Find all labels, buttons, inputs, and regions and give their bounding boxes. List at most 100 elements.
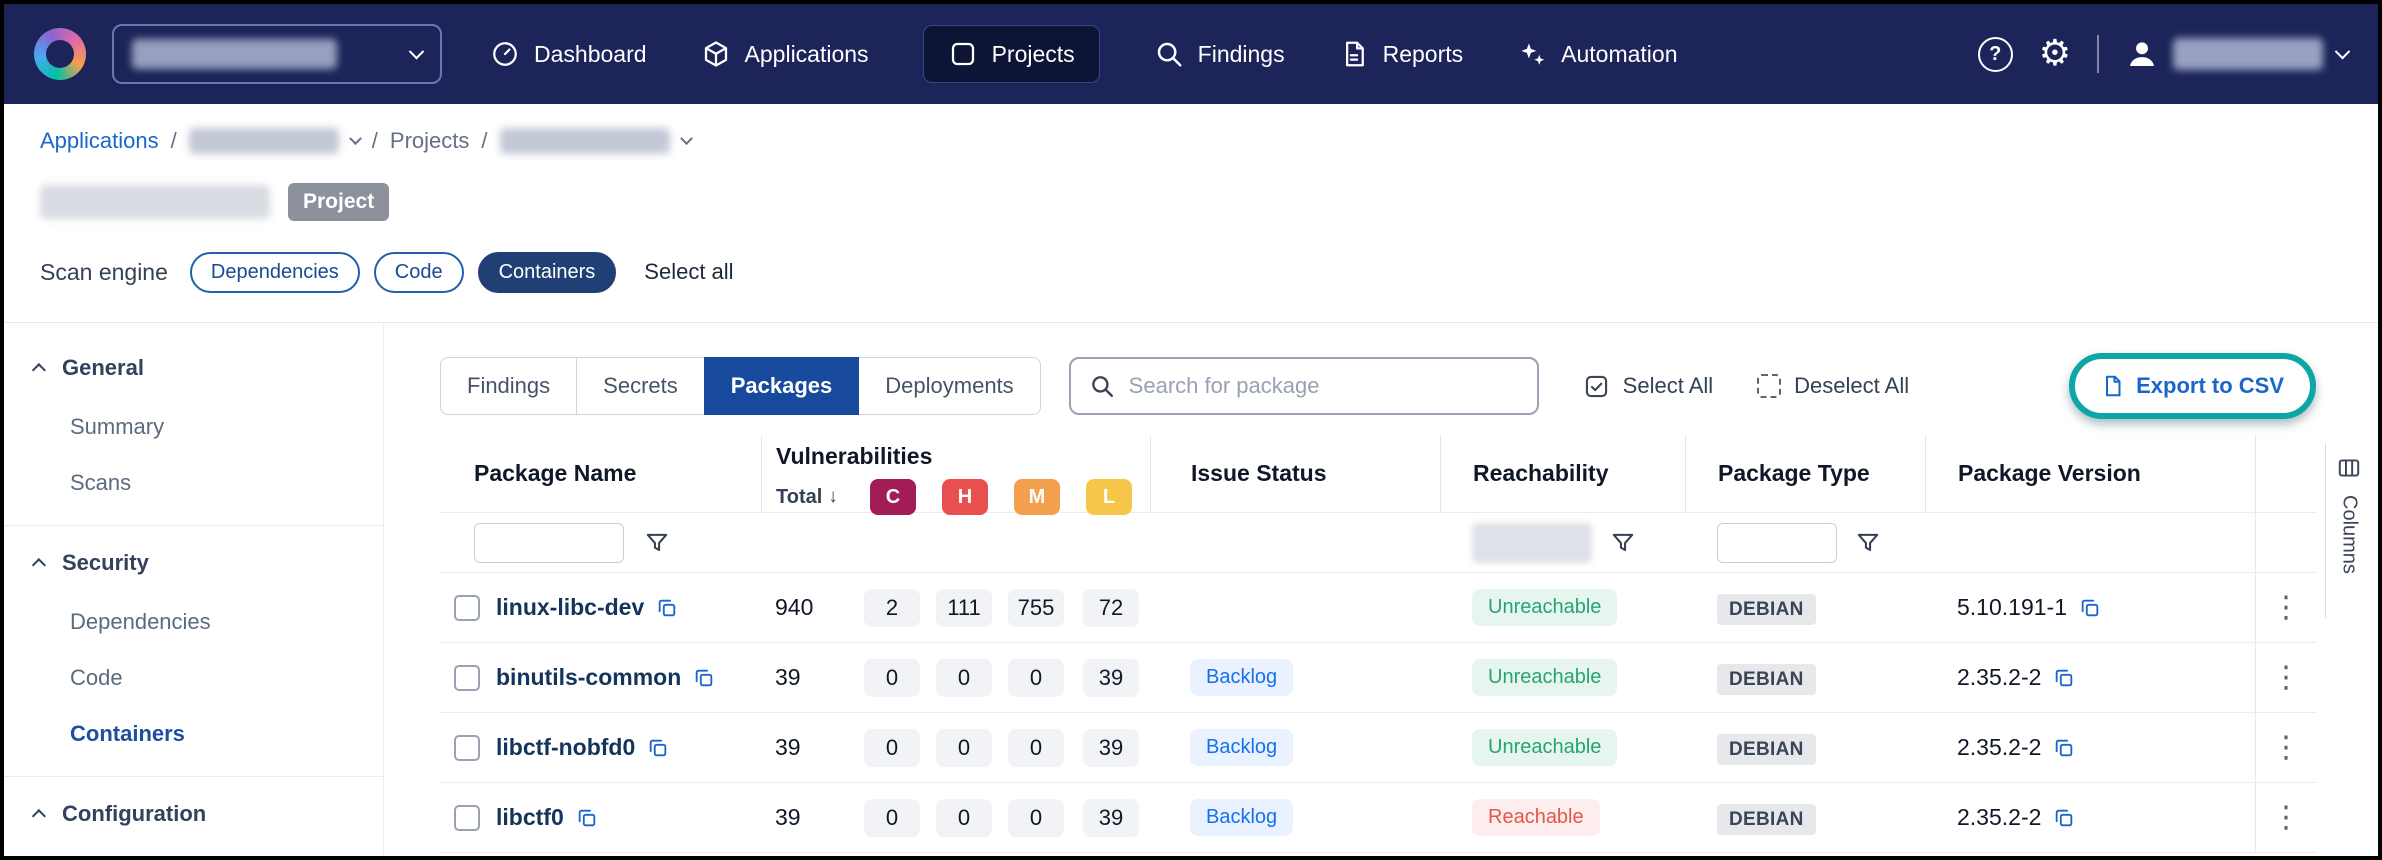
columns-panel-toggle[interactable]: Columns [2325,443,2372,618]
package-name-filter-input[interactable] [474,523,624,563]
copy-icon[interactable] [2053,667,2075,689]
tab-deployments[interactable]: Deployments [858,357,1040,415]
row-menu-kebab-icon[interactable]: ⋮ [2271,593,2301,623]
copy-icon[interactable] [693,667,715,689]
severity-medium-chip[interactable]: M [1014,479,1060,515]
scan-pill-dependencies[interactable]: Dependencies [190,252,360,293]
copy-icon[interactable] [576,807,598,829]
header-vulnerabilities: Vulnerabilities [776,443,1150,470]
severity-high-chip[interactable]: H [942,479,988,515]
sidebar-item-dependencies[interactable]: Dependencies [4,594,383,650]
package-name[interactable]: libctf0 [496,804,564,831]
export-to-csv-button[interactable]: Export to CSV [2079,363,2306,409]
chevron-down-icon [409,43,425,59]
app-window: Dashboard Applications Projects Findings… [0,0,2382,860]
nav-label: Dashboard [534,41,647,68]
row-checkbox[interactable] [454,735,480,761]
package-version-cell: 2.35.2-2 [1925,664,2255,691]
header-package-name: Package Name [440,435,761,512]
row-menu-kebab-icon[interactable]: ⋮ [2271,733,2301,763]
row-checkbox[interactable] [454,805,480,831]
package-type-badge: DEBIAN [1717,734,1816,765]
copy-icon[interactable] [656,597,678,619]
low-count-cell: 39 [1072,799,1150,837]
checkbox-checked-icon [1583,373,1610,400]
tab-findings[interactable]: Findings [440,357,577,415]
row-menu-kebab-icon[interactable]: ⋮ [2271,663,2301,693]
deselect-all-button[interactable]: Deselect All [1757,373,1909,399]
packages-table: Package Name Vulnerabilities Total ↓ C H… [440,435,2316,853]
redacted-user-name [2173,38,2323,70]
copy-icon[interactable] [647,737,669,759]
copy-icon[interactable] [2053,807,2075,829]
package-name[interactable]: linux-libc-dev [496,594,644,621]
scan-pill-containers[interactable]: Containers [478,252,617,293]
nav-divider [2097,35,2099,73]
nav-item-projects[interactable]: Projects [923,25,1100,83]
nav-item-applications[interactable]: Applications [701,39,869,69]
org-selector-dropdown[interactable] [112,24,442,84]
help-glyph: ? [1989,43,2001,66]
issue-status-cell: Backlog [1150,659,1440,696]
nav-item-dashboard[interactable]: Dashboard [490,39,647,69]
tab-secrets[interactable]: Secrets [576,357,705,415]
package-version: 2.35.2-2 [1957,664,2041,691]
package-type-filter-input[interactable] [1717,523,1837,563]
sidebar-header-general[interactable]: General [4,337,383,399]
nav-right-cluster: ? ⚙ [1978,35,2348,73]
filter-funnel-icon[interactable] [1610,530,1636,556]
tab-packages[interactable]: Packages [704,357,860,415]
severity-critical-chip[interactable]: C [870,479,916,515]
package-name[interactable]: binutils-common [496,664,681,691]
sidebar-item-containers[interactable]: Containers [4,706,383,762]
copy-icon[interactable] [2053,737,2075,759]
select-all-button[interactable]: Select All [1583,373,1714,400]
package-search-input[interactable] [1129,373,1519,399]
package-type-cell: DEBIAN [1685,734,1925,761]
filter-funnel-icon[interactable] [1855,530,1881,556]
user-menu[interactable] [2125,37,2348,71]
row-checkbox[interactable] [454,595,480,621]
total-cell: 940 [761,594,856,621]
filter-reachability [1440,523,1685,563]
reachability-badge: Unreachable [1472,659,1617,696]
count-box: 0 [936,659,992,697]
sidebar-item-code[interactable]: Code [4,650,383,706]
nav-item-findings[interactable]: Findings [1154,39,1285,69]
severity-low-chip[interactable]: L [1086,479,1132,515]
primary-nav: Dashboard Applications Projects Findings… [490,25,1678,83]
redacted-reachability-filter [1472,523,1592,563]
filter-funnel-icon[interactable] [644,530,670,556]
header-total-sort[interactable]: Total ↓ [776,486,857,509]
scan-pill-code[interactable]: Code [374,252,464,293]
row-checkbox[interactable] [454,665,480,691]
sidebar-item-summary[interactable]: Summary [4,399,383,455]
count-box: 0 [864,799,920,837]
count-box: 0 [864,729,920,767]
nav-label: Findings [1198,41,1285,68]
project-type-badge: Project [288,183,389,221]
copy-icon[interactable] [2079,597,2101,619]
sidebar-header-security[interactable]: Security [4,532,383,594]
package-name-cell: binutils-common [440,664,761,691]
sidebar-item-scans[interactable]: Scans [4,455,383,511]
total-cell: 39 [761,804,856,831]
columns-label: Columns [2338,495,2361,574]
nav-item-reports[interactable]: Reports [1339,39,1464,69]
package-name[interactable]: libctf-nobfd0 [496,734,635,761]
package-version-cell: 5.10.191-1 [1925,594,2255,621]
breadcrumb-applications-link[interactable]: Applications [40,128,159,154]
severity-header-row: Total ↓ C H M L [776,479,1150,515]
chevron-up-icon [32,558,46,572]
package-type-badge: DEBIAN [1717,594,1816,625]
sidebar-header-configuration[interactable]: Configuration [4,783,383,845]
gear-icon[interactable]: ⚙ [2039,36,2071,72]
help-icon[interactable]: ? [1978,37,2013,72]
chevron-down-icon[interactable] [680,132,693,145]
row-menu-kebab-icon[interactable]: ⋮ [2271,803,2301,833]
mend-logo-icon[interactable] [34,28,86,80]
chevron-down-icon[interactable] [349,132,362,145]
scan-select-all[interactable]: Select all [644,259,733,285]
count-box: 0 [1008,729,1064,767]
nav-item-automation[interactable]: Automation [1517,39,1677,69]
